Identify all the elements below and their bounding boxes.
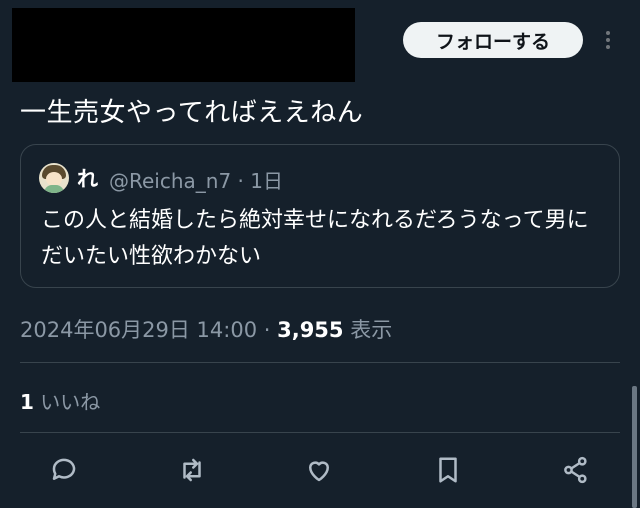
tweet-text: 一生売女やってればええねん <box>20 98 364 128</box>
retweet-icon[interactable] <box>174 452 210 488</box>
share-icon[interactable] <box>558 452 594 488</box>
divider <box>20 432 620 433</box>
tweet-meta: 2024年06月29日 14:00 · 3,955 表示 <box>20 314 392 344</box>
redacted-profile-area <box>12 8 355 82</box>
like-icon[interactable] <box>301 452 337 488</box>
quoted-author-name: れ <box>77 167 98 191</box>
bookmark-icon[interactable] <box>430 452 466 488</box>
divider <box>20 362 620 363</box>
reply-icon[interactable] <box>46 452 82 488</box>
tweet-datetime[interactable]: 2024年06月29日 14:00 · <box>20 318 277 342</box>
likes-summary[interactable]: 1 いいね <box>20 386 100 415</box>
quoted-tweet-text: この人と結婚したら絶対幸せになれるだろうなって男にだいたい性欲わかない <box>41 208 589 269</box>
views-label: 表示 <box>343 318 393 342</box>
quoted-tweet-card[interactable]: れ @Reicha_n7 · 1日 この人と結婚したら絶対幸せになれるだろうなっ… <box>20 144 620 288</box>
more-vertical-icon[interactable] <box>600 28 616 54</box>
like-count: 1 <box>20 390 34 414</box>
avatar[interactable] <box>39 163 69 193</box>
quoted-author-handle: @Reicha_n7 · 1日 <box>109 169 283 193</box>
follow-button[interactable]: フォローする <box>403 22 583 58</box>
scrollbar[interactable] <box>632 386 637 508</box>
likes-label: いいね <box>33 390 101 414</box>
action-bar <box>0 452 640 492</box>
view-count: 3,955 <box>277 318 344 342</box>
